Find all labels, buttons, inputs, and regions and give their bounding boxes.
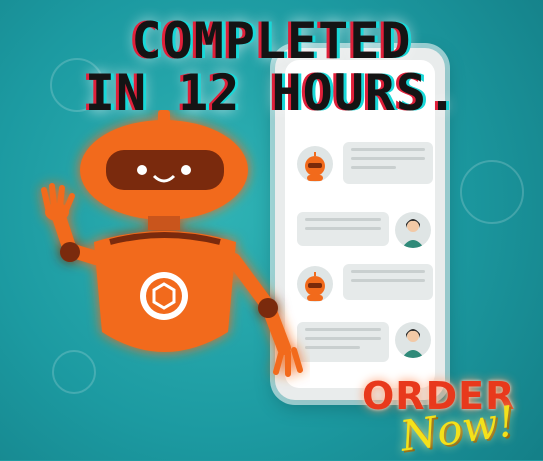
user-message-bubble	[297, 322, 389, 362]
decorative-circle	[460, 160, 524, 224]
bot-message-bubble	[343, 142, 433, 184]
user-avatar-icon	[395, 212, 431, 248]
bot-message-bubble	[343, 264, 433, 300]
headline-line-1: COMPLETED	[131, 12, 412, 70]
headline-line-2: IN 12 HOURS.	[84, 64, 459, 122]
user-avatar-icon	[395, 322, 431, 358]
robot-mascot-icon	[41, 110, 303, 377]
user-message-bubble	[297, 212, 389, 246]
